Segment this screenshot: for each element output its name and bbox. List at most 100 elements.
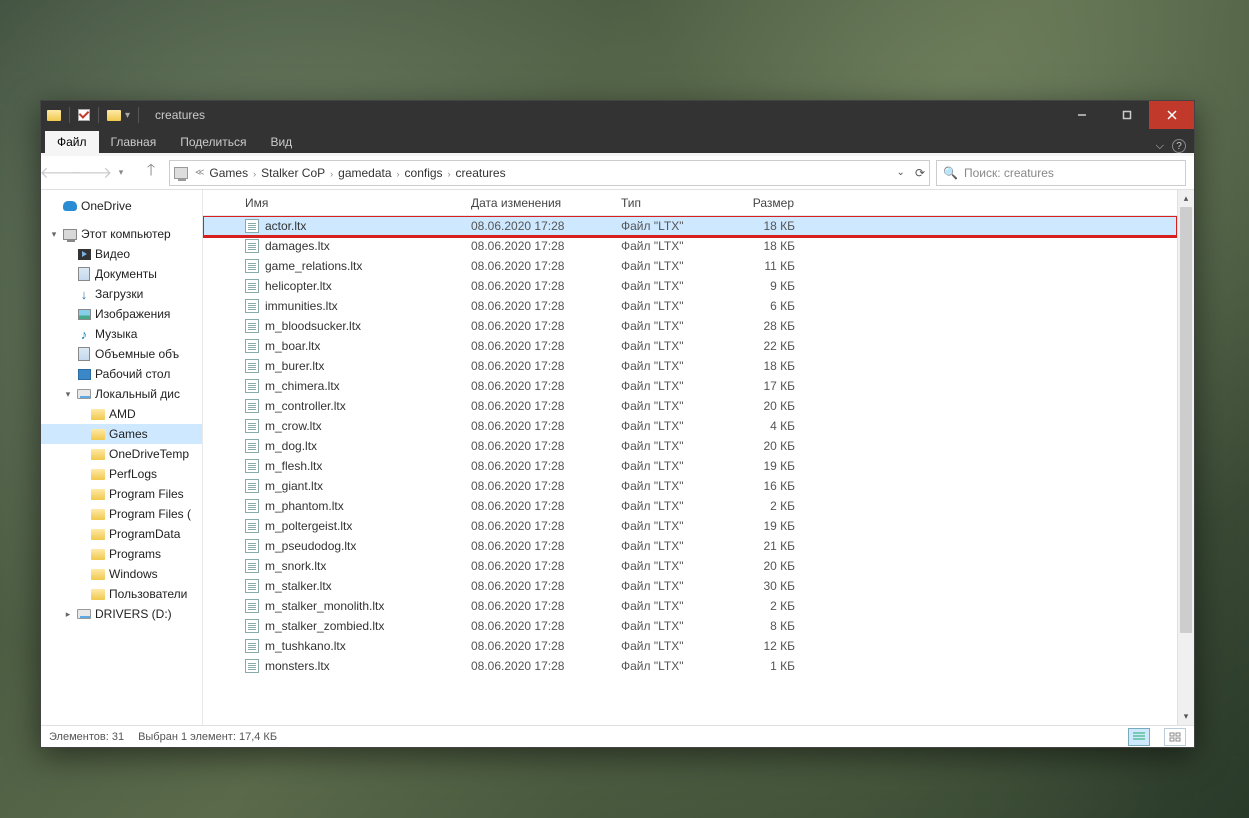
- tab-file[interactable]: Файл: [45, 131, 99, 153]
- breadcrumb-item[interactable]: gamedata: [336, 166, 393, 180]
- breadcrumb-item[interactable]: creatures: [454, 166, 508, 180]
- file-row[interactable]: m_boar.ltx08.06.2020 17:28Файл "LTX"22 К…: [203, 336, 1177, 356]
- close-button[interactable]: [1149, 101, 1194, 129]
- nav-recent-dropdown[interactable]: ▾: [109, 161, 133, 185]
- expand-icon[interactable]: ▾: [63, 389, 73, 400]
- refresh-icon[interactable]: ⟳: [915, 166, 925, 180]
- file-type: Файл "LTX": [613, 399, 723, 413]
- file-row[interactable]: m_flesh.ltx08.06.2020 17:28Файл "LTX"19 …: [203, 456, 1177, 476]
- column-headers[interactable]: Имя Дата изменения Тип Размер: [203, 190, 1177, 216]
- breadcrumb-item[interactable]: configs: [403, 166, 445, 180]
- nav-item[interactable]: PerfLogs: [41, 464, 202, 484]
- column-type[interactable]: Тип: [613, 190, 723, 215]
- nav-item[interactable]: Program Files: [41, 484, 202, 504]
- help-icon[interactable]: ?: [1172, 139, 1186, 153]
- nav-item[interactable]: Пользователи: [41, 584, 202, 604]
- file-row[interactable]: m_stalker.ltx08.06.2020 17:28Файл "LTX"3…: [203, 576, 1177, 596]
- nav-item[interactable]: ♪Музыка: [41, 324, 202, 344]
- tab-view[interactable]: Вид: [258, 131, 304, 153]
- nav-item[interactable]: ▾Этот компьютер: [41, 224, 202, 244]
- file-row[interactable]: m_poltergeist.ltx08.06.2020 17:28Файл "L…: [203, 516, 1177, 536]
- nav-item[interactable]: Документы: [41, 264, 202, 284]
- file-row[interactable]: m_chimera.ltx08.06.2020 17:28Файл "LTX"1…: [203, 376, 1177, 396]
- nav-up-button[interactable]: 🡑: [139, 161, 163, 185]
- breadcrumb-item[interactable]: Games: [207, 166, 250, 180]
- file-row[interactable]: m_giant.ltx08.06.2020 17:28Файл "LTX"16 …: [203, 476, 1177, 496]
- chevron-right-icon[interactable]: ›: [327, 169, 336, 179]
- file-row[interactable]: m_snork.ltx08.06.2020 17:28Файл "LTX"20 …: [203, 556, 1177, 576]
- expand-icon[interactable]: ▸: [63, 609, 73, 620]
- nav-item[interactable]: Видео: [41, 244, 202, 264]
- qat-properties-icon[interactable]: [78, 109, 90, 121]
- chevron-right-icon[interactable]: ›: [250, 169, 259, 179]
- nav-item[interactable]: Program Files (: [41, 504, 202, 524]
- file-row[interactable]: game_relations.ltx08.06.2020 17:28Файл "…: [203, 256, 1177, 276]
- file-row[interactable]: m_burer.ltx08.06.2020 17:28Файл "LTX"18 …: [203, 356, 1177, 376]
- nav-item[interactable]: Games: [41, 424, 202, 444]
- breadcrumb-bar[interactable]: ≪ Games›Stalker CoP›gamedata›configs›cre…: [169, 160, 930, 186]
- file-name: m_chimera.ltx: [265, 379, 340, 393]
- file-row[interactable]: helicopter.ltx08.06.2020 17:28Файл "LTX"…: [203, 276, 1177, 296]
- separator: [69, 107, 70, 123]
- column-name[interactable]: Имя: [203, 190, 463, 215]
- expand-icon[interactable]: ▾: [49, 229, 59, 240]
- address-dropdown-icon[interactable]: ⌄: [897, 167, 905, 178]
- file-row[interactable]: m_bloodsucker.ltx08.06.2020 17:28Файл "L…: [203, 316, 1177, 336]
- nav-item[interactable]: ▾Локальный дис: [41, 384, 202, 404]
- nav-forward-button[interactable]: 🡒: [79, 161, 103, 185]
- chevron-right-icon[interactable]: ›: [394, 169, 403, 179]
- scroll-thumb[interactable]: [1180, 207, 1192, 633]
- navigation-pane[interactable]: OneDrive ▾Этот компьютерВидеоДокументы↓За…: [41, 190, 203, 725]
- vertical-scrollbar[interactable]: ▴ ▾: [1177, 190, 1194, 725]
- file-row[interactable]: immunities.ltx08.06.2020 17:28Файл "LTX"…: [203, 296, 1177, 316]
- column-size[interactable]: Размер: [723, 190, 803, 215]
- file-row[interactable]: m_stalker_zombied.ltx08.06.2020 17:28Фай…: [203, 616, 1177, 636]
- minimize-button[interactable]: [1059, 101, 1104, 129]
- file-row[interactable]: monsters.ltx08.06.2020 17:28Файл "LTX"1 …: [203, 656, 1177, 676]
- column-date[interactable]: Дата изменения: [463, 190, 613, 215]
- file-list[interactable]: actor.ltx08.06.2020 17:28Файл "LTX"18 КБ…: [203, 216, 1177, 725]
- file-row[interactable]: m_controller.ltx08.06.2020 17:28Файл "LT…: [203, 396, 1177, 416]
- nav-item-label: Games: [109, 427, 148, 441]
- nav-item[interactable]: ↓Загрузки: [41, 284, 202, 304]
- file-row[interactable]: m_phantom.ltx08.06.2020 17:28Файл "LTX"2…: [203, 496, 1177, 516]
- nav-item[interactable]: ProgramData: [41, 524, 202, 544]
- scroll-up-icon[interactable]: ▴: [1178, 190, 1194, 207]
- search-input[interactable]: 🔍 Поиск: creatures: [936, 160, 1186, 186]
- file-row[interactable]: damages.ltx08.06.2020 17:28Файл "LTX"18 …: [203, 236, 1177, 256]
- nav-item[interactable]: Изображения: [41, 304, 202, 324]
- qat-dropdown-icon[interactable]: ▾: [125, 110, 130, 121]
- status-selection: Выбран 1 элемент: 17,4 КБ: [138, 731, 277, 743]
- nav-item[interactable]: ▸DRIVERS (D:): [41, 604, 202, 624]
- file-row[interactable]: m_crow.ltx08.06.2020 17:28Файл "LTX"4 КБ: [203, 416, 1177, 436]
- file-date: 08.06.2020 17:28: [463, 499, 613, 513]
- view-details-button[interactable]: [1128, 728, 1150, 746]
- maximize-button[interactable]: [1104, 101, 1149, 129]
- scroll-down-icon[interactable]: ▾: [1178, 708, 1194, 725]
- file-row[interactable]: m_tushkano.ltx08.06.2020 17:28Файл "LTX"…: [203, 636, 1177, 656]
- titlebar[interactable]: ▾ creatures: [41, 101, 1194, 129]
- desk-icon: [77, 367, 91, 381]
- tab-home[interactable]: Главная: [99, 131, 169, 153]
- nav-item[interactable]: Windows: [41, 564, 202, 584]
- chevron-right-icon[interactable]: ›: [445, 169, 454, 179]
- nav-item[interactable]: OneDrive: [41, 196, 202, 216]
- tab-share[interactable]: Поделиться: [168, 131, 258, 153]
- ribbon-collapse-icon[interactable]: ⌵: [1156, 140, 1164, 153]
- nav-item[interactable]: Programs: [41, 544, 202, 564]
- nav-item[interactable]: OneDriveTemp: [41, 444, 202, 464]
- scroll-track[interactable]: [1178, 207, 1194, 708]
- breadcrumb-item[interactable]: Stalker CoP: [259, 166, 327, 180]
- file-row[interactable]: m_dog.ltx08.06.2020 17:28Файл "LTX"20 КБ: [203, 436, 1177, 456]
- file-row[interactable]: m_stalker_monolith.ltx08.06.2020 17:28Фа…: [203, 596, 1177, 616]
- nav-item-label: Загрузки: [95, 287, 143, 301]
- file-icon: [245, 219, 259, 233]
- nav-item[interactable]: Рабочий стол: [41, 364, 202, 384]
- nav-item[interactable]: Объемные объ: [41, 344, 202, 364]
- chevron-right-icon[interactable]: ≪: [192, 167, 207, 178]
- qat-newfolder-icon[interactable]: [107, 110, 121, 121]
- file-row[interactable]: actor.ltx08.06.2020 17:28Файл "LTX"18 КБ: [203, 216, 1177, 236]
- nav-item[interactable]: AMD: [41, 404, 202, 424]
- view-large-button[interactable]: [1164, 728, 1186, 746]
- file-row[interactable]: m_pseudodog.ltx08.06.2020 17:28Файл "LTX…: [203, 536, 1177, 556]
